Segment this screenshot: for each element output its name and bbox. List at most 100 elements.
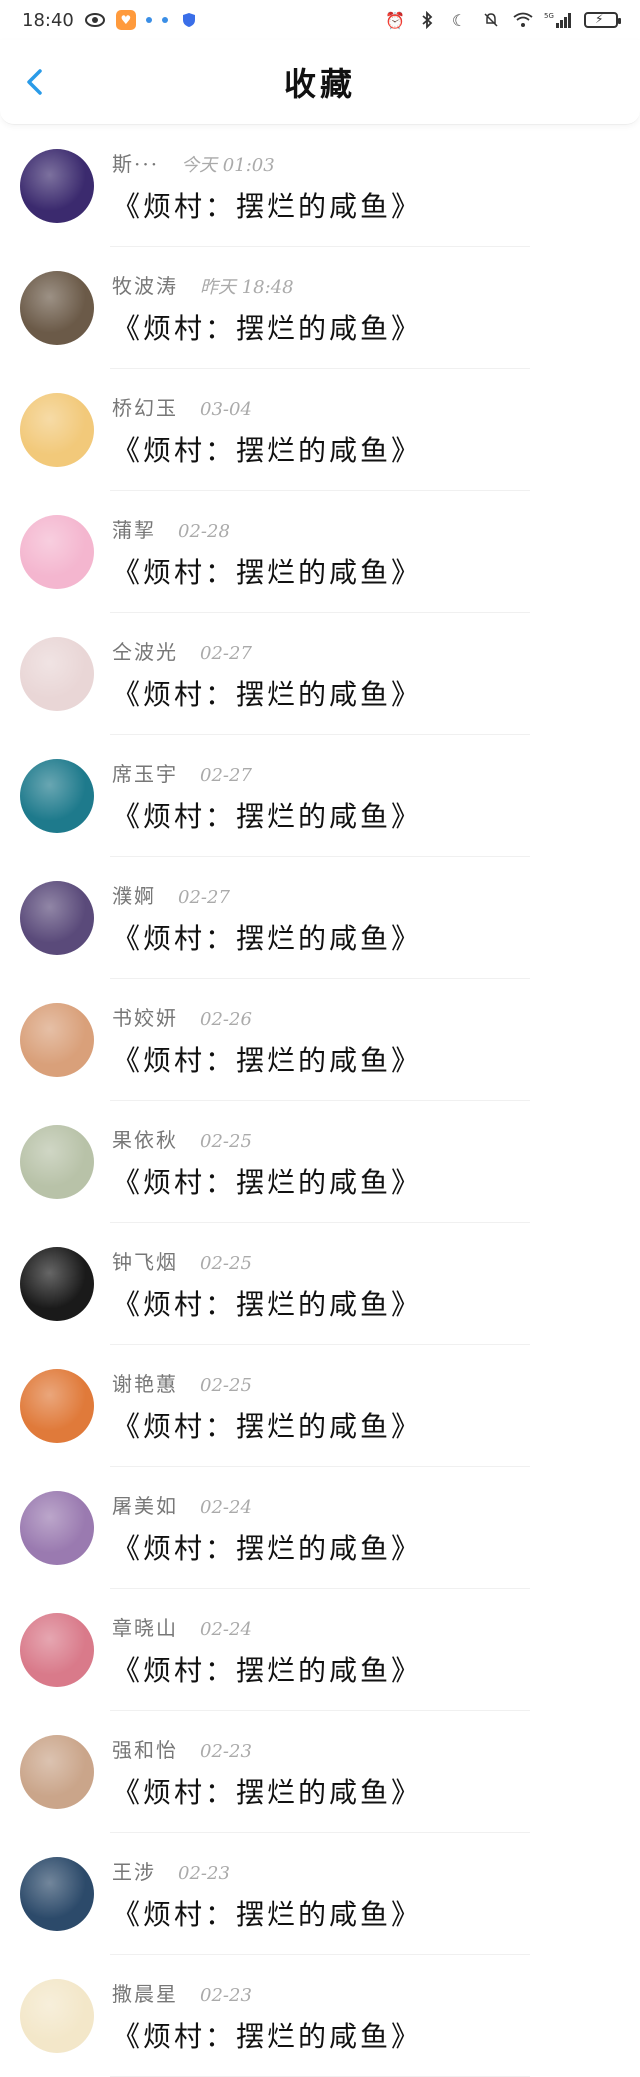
favorite-title[interactable]: 《烦村：摆烂的咸鱼》 (112, 1771, 422, 1811)
avatar[interactable] (20, 271, 94, 345)
item-content: 钟飞烟 02-25 《烦村：摆烂的咸鱼》 (112, 1246, 422, 1323)
user-name[interactable]: 章晓山 (112, 1612, 178, 1641)
avatar[interactable] (20, 881, 94, 955)
item-content: 斯··· 今天 01:03 《烦村：摆烂的咸鱼》 (112, 148, 422, 225)
favorite-title[interactable]: 《烦村：摆烂的咸鱼》 (112, 673, 422, 713)
list-item[interactable]: 撒晨星 02-23 《烦村：摆烂的咸鱼》 (0, 1955, 640, 2077)
mute-icon (480, 9, 502, 31)
user-name[interactable]: 蒲挈 (112, 514, 156, 543)
favorite-title[interactable]: 《烦村：摆烂的咸鱼》 (112, 1283, 422, 1323)
item-meta: 撒晨星 02-23 (112, 1978, 422, 2007)
user-name[interactable]: 濮婀 (112, 880, 156, 909)
favorite-title[interactable]: 《烦村：摆烂的咸鱼》 (112, 429, 422, 469)
list-item[interactable]: 钟飞烟 02-25 《烦村：摆烂的咸鱼》 (0, 1223, 640, 1345)
user-name[interactable]: 王涉 (112, 1856, 156, 1885)
avatar[interactable] (20, 149, 94, 223)
favorite-title[interactable]: 《烦村：摆烂的咸鱼》 (112, 307, 422, 347)
chevron-left-icon[interactable] (22, 68, 50, 96)
favorite-title[interactable]: 《烦村：摆烂的咸鱼》 (112, 551, 422, 591)
list-item[interactable]: 蒲挈 02-28 《烦村：摆烂的咸鱼》 (0, 491, 640, 613)
list-item[interactable]: 书姣妍 02-26 《烦村：摆烂的咸鱼》 (0, 979, 640, 1101)
page-title: 收藏 (283, 65, 356, 103)
user-name[interactable]: 桥幻玉 (112, 392, 178, 421)
item-meta: 牧波涛 昨天 18:48 (112, 270, 422, 299)
notification-dot-icon (161, 17, 168, 23)
list-item[interactable]: 斯··· 今天 01:03 《烦村：摆烂的咸鱼》 (0, 125, 640, 247)
avatar[interactable] (20, 393, 94, 467)
list-item[interactable]: 王涉 02-23 《烦村：摆烂的咸鱼》 (0, 1833, 640, 1955)
list-item[interactable]: 濮婀 02-27 《烦村：摆烂的咸鱼》 (0, 857, 640, 979)
item-content: 章晓山 02-24 《烦村：摆烂的咸鱼》 (112, 1612, 422, 1689)
avatar[interactable] (20, 1857, 94, 1931)
item-meta: 桥幻玉 03-04 (112, 392, 422, 421)
avatar[interactable] (20, 1735, 94, 1809)
list-item[interactable]: 仝波光 02-27 《烦村：摆烂的咸鱼》 (0, 613, 640, 735)
timestamp: 02-24 (200, 1496, 252, 1518)
item-content: 王涉 02-23 《烦村：摆烂的咸鱼》 (112, 1856, 422, 1933)
item-meta: 果依秋 02-25 (112, 1124, 422, 1153)
item-content: 强和怡 02-23 《烦村：摆烂的咸鱼》 (112, 1734, 422, 1811)
item-meta: 章晓山 02-24 (112, 1612, 422, 1641)
avatar[interactable] (20, 759, 94, 833)
item-meta: 仝波光 02-27 (112, 636, 422, 665)
item-content: 蒲挈 02-28 《烦村：摆烂的咸鱼》 (112, 514, 422, 591)
user-name[interactable]: 钟飞烟 (112, 1246, 178, 1275)
item-meta: 强和怡 02-23 (112, 1734, 422, 1763)
user-name[interactable]: 斯··· (112, 148, 159, 177)
list-item[interactable]: 谢艳蕙 02-25 《烦村：摆烂的咸鱼》 (0, 1345, 640, 1467)
list-item[interactable]: 果依秋 02-25 《烦村：摆烂的咸鱼》 (0, 1101, 640, 1223)
user-name[interactable]: 果依秋 (112, 1124, 178, 1153)
moon-icon: ☾ (451, 10, 467, 30)
avatar[interactable] (20, 1003, 94, 1077)
user-name[interactable]: 书姣妍 (112, 1002, 178, 1031)
favorite-title[interactable]: 《烦村：摆烂的咸鱼》 (112, 2015, 422, 2055)
alarm-icon: ⏰ (385, 10, 405, 30)
favorite-title[interactable]: 《烦村：摆烂的咸鱼》 (112, 795, 422, 835)
list-item[interactable]: 屠美如 02-24 《烦村：摆烂的咸鱼》 (0, 1467, 640, 1589)
avatar[interactable] (20, 1369, 94, 1443)
avatar[interactable] (20, 1979, 94, 2053)
favorite-title[interactable]: 《烦村：摆烂的咸鱼》 (112, 1649, 422, 1689)
favorite-title[interactable]: 《烦村：摆烂的咸鱼》 (112, 917, 422, 957)
favorite-title[interactable]: 《烦村：摆烂的咸鱼》 (112, 1893, 422, 1933)
user-name[interactable]: 撒晨星 (112, 1978, 178, 2007)
list-item[interactable]: 强和怡 02-23 《烦村：摆烂的咸鱼》 (0, 1711, 640, 1833)
favorite-title[interactable]: 《烦村：摆烂的咸鱼》 (112, 1405, 422, 1445)
avatar[interactable] (20, 1125, 94, 1199)
avatar[interactable] (20, 1491, 94, 1565)
favorites-list: 斯··· 今天 01:03 《烦村：摆烂的咸鱼》牧波涛 昨天 18:48 《烦村：摆烂的… (0, 125, 640, 2077)
avatar[interactable] (20, 515, 94, 589)
timestamp: 02-27 (200, 642, 252, 664)
item-meta: 王涉 02-23 (112, 1856, 422, 1885)
list-item[interactable]: 牧波涛 昨天 18:48 《烦村：摆烂的咸鱼》 (0, 247, 640, 369)
timestamp: 02-23 (200, 1740, 252, 1762)
item-meta: 蒲挈 02-28 (112, 514, 422, 543)
user-name[interactable]: 牧波涛 (112, 270, 178, 299)
favorite-title[interactable]: 《烦村：摆烂的咸鱼》 (112, 185, 422, 225)
list-item[interactable]: 章晓山 02-24 《烦村：摆烂的咸鱼》 (0, 1589, 640, 1711)
wifi-icon (512, 9, 534, 31)
app-notification-icon: ♥ (115, 10, 136, 30)
favorite-title[interactable]: 《烦村：摆烂的咸鱼》 (112, 1161, 422, 1201)
user-name[interactable]: 屠美如 (112, 1490, 178, 1519)
user-name[interactable]: 仝波光 (112, 636, 178, 665)
avatar[interactable] (20, 1613, 94, 1687)
item-meta: 书姣妍 02-26 (112, 1002, 422, 1031)
timestamp: 02-25 (200, 1130, 252, 1152)
status-bar: 18:40 ♥ ⏰ ☾ 5G ⚡ (0, 0, 640, 40)
user-name[interactable]: 席玉宇 (112, 758, 178, 787)
user-name[interactable]: 强和怡 (112, 1734, 178, 1763)
favorite-title[interactable]: 《烦村：摆烂的咸鱼》 (112, 1039, 422, 1079)
item-meta: 谢艳蕙 02-25 (112, 1368, 422, 1397)
shield-icon (178, 9, 200, 31)
avatar[interactable] (20, 637, 94, 711)
timestamp: 02-23 (200, 1984, 252, 2006)
timestamp: 03-04 (200, 398, 252, 420)
item-content: 谢艳蕙 02-25 《烦村：摆烂的咸鱼》 (112, 1368, 422, 1445)
avatar[interactable] (20, 1247, 94, 1321)
list-item[interactable]: 席玉宇 02-27 《烦村：摆烂的咸鱼》 (0, 735, 640, 857)
favorite-title[interactable]: 《烦村：摆烂的咸鱼》 (112, 1527, 422, 1567)
user-name[interactable]: 谢艳蕙 (112, 1368, 178, 1397)
item-content: 席玉宇 02-27 《烦村：摆烂的咸鱼》 (112, 758, 422, 835)
list-item[interactable]: 桥幻玉 03-04 《烦村：摆烂的咸鱼》 (0, 369, 640, 491)
